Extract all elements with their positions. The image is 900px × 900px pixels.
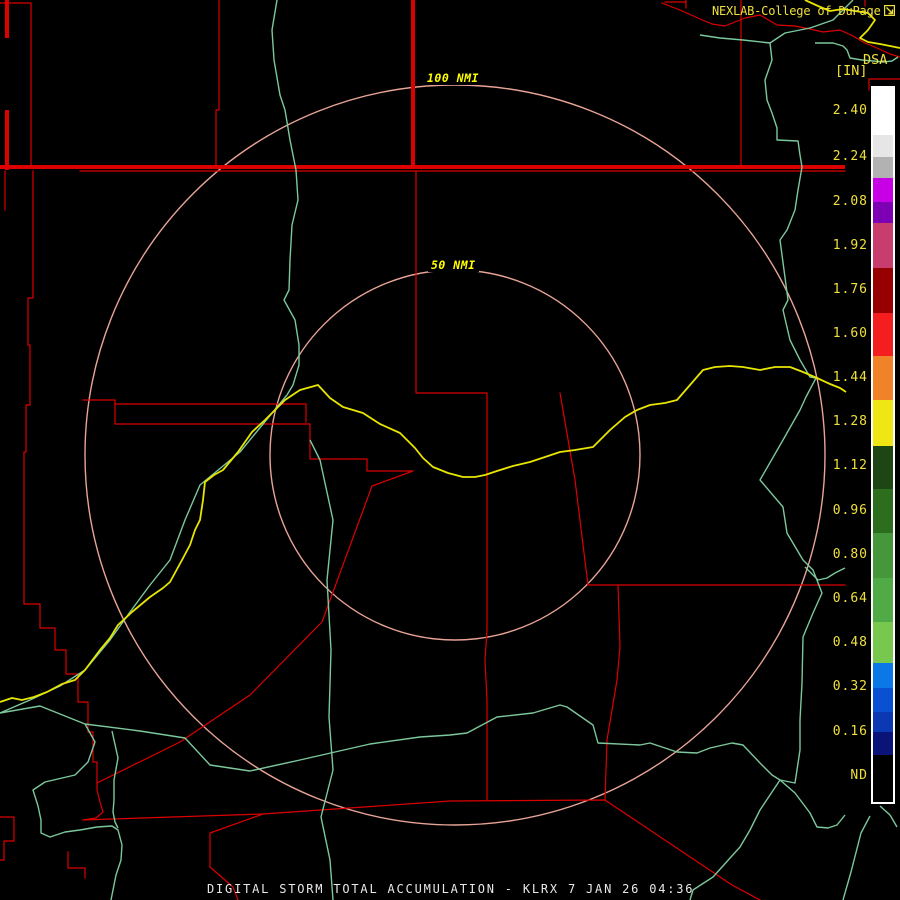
legend-color-segment bbox=[873, 202, 893, 223]
legend-color-segment bbox=[873, 400, 893, 446]
legend-scale-label: 0.48 bbox=[832, 635, 868, 650]
legend-color-segment bbox=[873, 533, 893, 578]
legend-scale-label: 1.92 bbox=[832, 238, 868, 253]
legend-color-segment bbox=[873, 135, 893, 157]
legend-scale-label: 1.28 bbox=[832, 414, 868, 429]
external-link-box-icon bbox=[884, 5, 895, 16]
legend-scale-label: 0.32 bbox=[832, 679, 868, 694]
legend-color-segment bbox=[873, 578, 893, 622]
county-boundaries bbox=[0, 0, 900, 900]
legend-scale-label: 2.08 bbox=[832, 194, 868, 209]
legend-color-segment bbox=[873, 755, 893, 802]
legend-color-segment bbox=[873, 313, 893, 356]
legend-color-segment bbox=[873, 356, 893, 400]
legend-color-segment bbox=[873, 446, 893, 489]
legend-scale-label: 2.24 bbox=[832, 149, 868, 164]
legend-color-segment bbox=[873, 622, 893, 663]
highlighted-river bbox=[0, 0, 900, 703]
legend-scale-label: 0.64 bbox=[832, 591, 868, 606]
attribution-title: NEXLAB-College of DuPage bbox=[712, 4, 881, 18]
range-ring-100nmi bbox=[84, 84, 826, 826]
units-label: [IN] bbox=[835, 63, 868, 79]
legend-scale-label: 2.40 bbox=[832, 103, 868, 118]
legend-scale-label: 1.60 bbox=[832, 326, 868, 341]
legend-color-segment bbox=[873, 88, 893, 135]
legend-scale-label: 0.16 bbox=[832, 724, 868, 739]
range-ring-label-50nmi: 50 NMI bbox=[428, 258, 479, 272]
legend-color-segment bbox=[873, 712, 893, 732]
radar-map bbox=[0, 0, 900, 900]
legend-scale-label: 0.96 bbox=[832, 503, 868, 518]
legend-color-segment bbox=[873, 157, 893, 178]
range-ring-50nmi bbox=[269, 269, 641, 641]
range-ring-label-100nmi: 100 NMI bbox=[424, 71, 482, 85]
legend-color-segment bbox=[873, 732, 893, 755]
legend-scale-label: 1.44 bbox=[832, 370, 868, 385]
legend-scale-label: ND bbox=[850, 768, 868, 783]
legend-scale-label: 0.80 bbox=[832, 547, 868, 562]
legend-color-segment bbox=[873, 663, 893, 688]
legend-scale-label: 1.12 bbox=[832, 458, 868, 473]
range-rings bbox=[84, 84, 826, 826]
legend-color-segment bbox=[873, 489, 893, 533]
legend-color-segment bbox=[873, 268, 893, 313]
product-caption: DIGITAL STORM TOTAL ACCUMULATION - KLRX … bbox=[207, 882, 695, 896]
legend-color-segment bbox=[873, 688, 893, 712]
legend-color-segment bbox=[873, 223, 893, 268]
legend-colorbar bbox=[871, 86, 895, 804]
legend-scale-label: 1.76 bbox=[832, 282, 868, 297]
legend-color-segment bbox=[873, 178, 893, 202]
